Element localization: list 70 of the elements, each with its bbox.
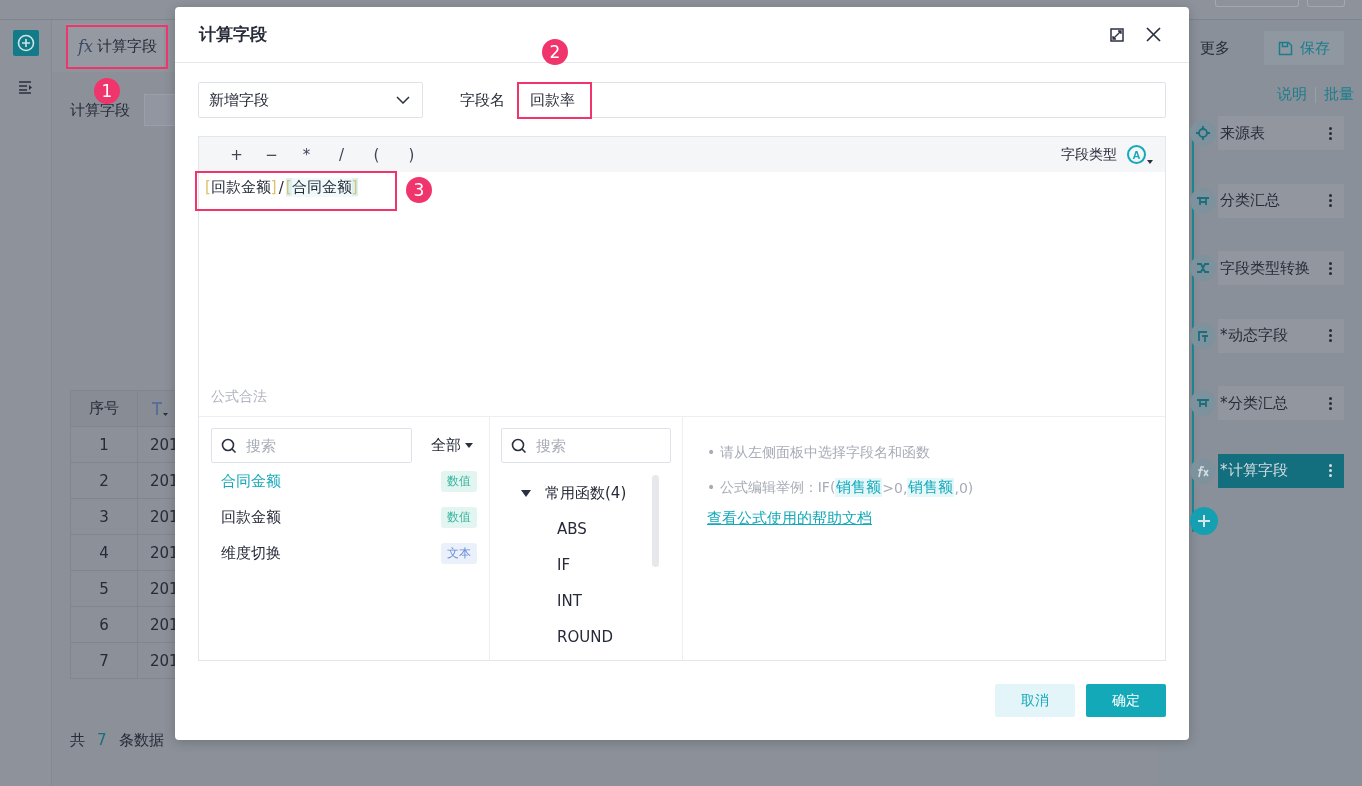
function-item[interactable]: INT — [501, 583, 671, 619]
mode-select[interactable]: 新增字段 — [198, 82, 423, 118]
flow-step[interactable]: 来源表 — [1218, 116, 1344, 150]
table-cell: 4 — [71, 535, 138, 570]
row-count-label: 条数据 — [118, 731, 164, 750]
help-text: • 请从左侧面板中选择字段名和函数 — [707, 442, 931, 462]
scrollbar[interactable] — [652, 475, 659, 567]
search-field[interactable]: 搜索 — [211, 428, 412, 463]
table-cell: 5 — [71, 571, 138, 606]
fx-icon — [1190, 457, 1216, 484]
operator-button[interactable]: / — [324, 145, 359, 164]
step-label: *计算字段 — [1220, 461, 1288, 480]
shuffle-icon — [1190, 255, 1216, 281]
type-tag: 文本 — [441, 542, 477, 564]
chevron-icon — [396, 96, 410, 104]
step-icon — [1190, 390, 1216, 416]
dialog-title: 计算字段 — [199, 23, 268, 46]
field-name-label: 字段名 — [460, 90, 505, 110]
crosshair-icon — [1190, 120, 1216, 146]
function-item[interactable]: ABS — [501, 511, 671, 547]
step-number: 1 — [94, 78, 120, 104]
step-label: *分类汇总 — [1220, 393, 1288, 413]
search-icon — [511, 438, 527, 454]
table-cell: 6 — [71, 607, 138, 642]
flow-step[interactable]: 分类汇总 — [1218, 183, 1344, 218]
operator-button[interactable]: ) — [394, 145, 429, 164]
operator-button[interactable]: ( — [359, 145, 394, 164]
step-icon — [1190, 322, 1216, 349]
field-type-label: 字段类型 — [1061, 145, 1117, 164]
step-label: *动态字段 — [1220, 326, 1288, 345]
field-item[interactable]: 维度切换 — [221, 543, 281, 563]
field-item[interactable]: 回款金额 — [221, 507, 281, 527]
operator-button[interactable]: + — [219, 145, 254, 164]
close-icon[interactable] — [1146, 27, 1161, 42]
save-icon — [1278, 40, 1293, 56]
formula-status: 公式合法 — [210, 388, 268, 406]
filter-dropdown[interactable]: 全部 — [431, 436, 477, 455]
formula-tab[interactable]: fx 计算字段 — [66, 24, 164, 68]
flow-step[interactable]: *计算字段 — [1218, 453, 1344, 488]
table-cell: 2 — [71, 463, 138, 498]
flow-step[interactable]: 字段类型转换 — [1218, 251, 1344, 285]
function-item[interactable]: IF — [501, 547, 671, 583]
table-cell: 7 — [71, 643, 138, 678]
step-label: 分类汇总 — [1220, 191, 1280, 210]
caret-icon[interactable] — [521, 489, 531, 497]
function-item[interactable]: ROUND — [501, 619, 671, 655]
row-count-label: 共 — [70, 731, 85, 750]
more-button[interactable]: 更多 — [1200, 38, 1230, 58]
help-text: • 公式编辑举例：IF(销售额>0,销售额,0) — [707, 477, 975, 499]
step-label: 字段类型转换 — [1220, 258, 1310, 278]
type-tag: 数值 — [441, 506, 477, 528]
operator-button[interactable]: − — [254, 145, 289, 164]
row-count: 7 — [97, 731, 107, 750]
text-type-icon[interactable] — [150, 399, 170, 418]
table-cell: 3 — [71, 499, 138, 534]
formula-expression[interactable]: [回款金额]/[合同金额] — [205, 178, 358, 197]
add-icon[interactable] — [1190, 507, 1218, 535]
step-label: 来源表 — [1220, 123, 1265, 143]
search-field[interactable]: 搜索 — [501, 428, 671, 463]
flow-step[interactable]: *动态字段 — [1218, 318, 1344, 353]
step-icon — [1190, 187, 1216, 214]
search-icon — [221, 438, 237, 454]
operator-button[interactable]: * — [289, 145, 324, 164]
column-header: 序号 — [71, 391, 138, 426]
expand-icon[interactable] — [1110, 27, 1124, 42]
type-tag: 数值 — [441, 470, 477, 492]
function-group[interactable]: 常用函数(4) — [545, 483, 627, 503]
add-icon[interactable] — [12, 30, 39, 56]
flow-step[interactable]: *分类汇总 — [1218, 386, 1344, 420]
table-cell: 1 — [71, 427, 138, 462]
